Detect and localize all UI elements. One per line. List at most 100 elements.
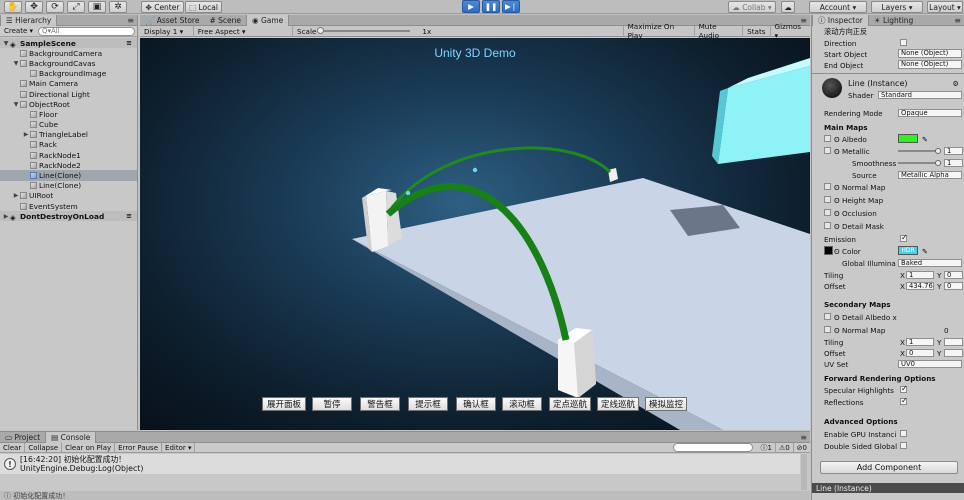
- confirm-box-button[interactable]: 确认框: [456, 397, 496, 411]
- emission-texture-slot[interactable]: [824, 246, 833, 255]
- hierarchy-item[interactable]: Directional Light: [0, 89, 137, 99]
- rect-tool-icon[interactable]: ▣: [88, 1, 106, 13]
- tiling2-x-field[interactable]: 1: [906, 337, 934, 347]
- create-dropdown[interactable]: Create ▾: [2, 27, 35, 35]
- hierarchy-item[interactable]: RackNode1: [0, 150, 137, 160]
- hierarchy-item[interactable]: Main Camera: [0, 79, 137, 89]
- smoothness-slider-knob[interactable]: [935, 160, 941, 166]
- hierarchy-item[interactable]: ▼ ObjectRoot: [0, 99, 137, 109]
- account-dropdown[interactable]: Account ▾: [809, 1, 867, 13]
- tab-hierarchy[interactable]: ☰ Hierarchy: [0, 15, 58, 26]
- tab-inspector[interactable]: ⓘ Inspector: [812, 15, 869, 26]
- inspector-preview-footer[interactable]: Line (Instance): [812, 483, 964, 493]
- hierarchy-item[interactable]: ▶ TriangleLabel: [0, 130, 137, 140]
- collab-button[interactable]: ☁ Collab ▾: [728, 1, 776, 13]
- direction-checkbox[interactable]: [900, 39, 907, 46]
- scale-slider[interactable]: [317, 27, 411, 34]
- scale-control[interactable]: Scale 1x: [293, 25, 624, 37]
- reflections-checkbox[interactable]: [900, 396, 908, 405]
- scroll-box-button[interactable]: 滚动框: [502, 397, 542, 411]
- occlusion-texture-slot[interactable]: [824, 209, 831, 216]
- start-object-field[interactable]: None (Object): [898, 49, 962, 58]
- albedo-texture-slot[interactable]: [824, 135, 831, 142]
- gizmos-dropdown[interactable]: Gizmos ▾: [771, 22, 810, 40]
- console-log-count[interactable]: ⓘ 1: [757, 442, 776, 453]
- scene-menu-icon[interactable]: ≡: [126, 39, 132, 47]
- add-component-button[interactable]: Add Component: [820, 461, 958, 474]
- hierarchy-item[interactable]: EventSystem: [0, 201, 137, 211]
- console-clear-on-play-toggle[interactable]: Clear on Play: [62, 442, 116, 453]
- line-cruise-button[interactable]: 定线巡航: [597, 397, 639, 411]
- scale-slider-knob[interactable]: [317, 27, 325, 34]
- shader-dropdown[interactable]: Standard: [878, 90, 962, 100]
- tiling-x-field[interactable]: 1: [906, 270, 934, 280]
- console-search-input[interactable]: [673, 443, 754, 452]
- tab-asset-store[interactable]: 🛒 Asset Store: [140, 15, 204, 26]
- tab-console[interactable]: ▤ Console: [45, 432, 97, 443]
- pause-button[interactable]: ❚❚: [482, 0, 500, 13]
- hand-tool-icon[interactable]: ✋: [4, 1, 22, 13]
- console-warn-count[interactable]: ⚠ 0: [776, 442, 794, 453]
- expand-arrow-icon[interactable]: ▼: [12, 60, 20, 67]
- transform-tool-icon[interactable]: ✲: [109, 1, 127, 13]
- play-button[interactable]: ▶: [462, 0, 480, 13]
- detail-albedo-texture-slot[interactable]: [824, 313, 831, 320]
- offset2-x-field[interactable]: 0: [906, 348, 934, 358]
- panel-menu-icon[interactable]: ≡: [127, 16, 134, 25]
- tab-scene[interactable]: # Scene: [204, 15, 246, 26]
- settings-icon[interactable]: ⚙: [953, 79, 959, 88]
- eyedropper-icon[interactable]: ✎: [922, 247, 928, 256]
- hierarchy-item[interactable]: BackgroundCamera: [0, 48, 137, 58]
- double-sided-checkbox[interactable]: [900, 442, 907, 449]
- hierarchy-item[interactable]: Cube: [0, 120, 137, 130]
- cloud-icon[interactable]: ☁: [781, 1, 795, 13]
- hierarchy-item[interactable]: Line(Clone): [0, 181, 137, 191]
- mute-audio-toggle[interactable]: Mute Audio: [695, 22, 744, 40]
- metallic-value-field[interactable]: 1: [944, 146, 963, 156]
- metallic-texture-slot[interactable]: [824, 147, 831, 154]
- console-clear-button[interactable]: Clear: [0, 442, 26, 453]
- source-dropdown[interactable]: Metallic Alpha: [898, 170, 962, 180]
- stats-toggle[interactable]: Stats: [743, 25, 771, 37]
- hierarchy-item[interactable]: Floor: [0, 109, 137, 119]
- uv-set-dropdown[interactable]: UV0: [898, 359, 962, 369]
- expand-arrow-icon[interactable]: ▼: [12, 101, 20, 108]
- global-illumination-dropdown[interactable]: Baked: [898, 258, 962, 268]
- layout-dropdown[interactable]: Layout ▾: [927, 1, 963, 13]
- gpu-instancing-checkbox[interactable]: [900, 430, 907, 437]
- normal-map2-texture-slot[interactable]: [824, 326, 831, 333]
- hierarchy-item[interactable]: RackNode2: [0, 160, 137, 170]
- pivot-center-button[interactable]: ✥ Center: [141, 1, 184, 13]
- panel-menu-icon[interactable]: ≡: [954, 16, 961, 25]
- simulate-monitor-button[interactable]: 模拟监控: [645, 397, 687, 411]
- collapse-arrow-icon[interactable]: ▶: [22, 131, 30, 138]
- albedo-color-swatch[interactable]: [898, 134, 918, 143]
- move-tool-icon[interactable]: ✥: [25, 1, 43, 13]
- tab-game[interactable]: ◉ Game: [246, 15, 290, 26]
- detail-mask-texture-slot[interactable]: [824, 222, 831, 229]
- eyedropper-icon[interactable]: ✎: [922, 135, 928, 144]
- normal-map-texture-slot[interactable]: [824, 183, 831, 190]
- warning-box-button[interactable]: 警告框: [360, 397, 400, 411]
- panel-menu-icon[interactable]: ≡: [800, 433, 807, 442]
- metallic-slider[interactable]: [898, 150, 940, 152]
- scene-menu-icon[interactable]: ≡: [126, 212, 132, 220]
- display-dropdown[interactable]: Display 1 ▾: [140, 25, 194, 37]
- layers-dropdown[interactable]: Layers ▾: [871, 1, 923, 13]
- offset-x-field[interactable]: 434.76: [906, 281, 934, 291]
- hierarchy-item[interactable]: ▶ ◈ DontDestroyOnLoad ≡: [0, 211, 137, 222]
- height-map-texture-slot[interactable]: [824, 196, 831, 203]
- offset2-y-field[interactable]: [944, 348, 963, 358]
- hierarchy-item[interactable]: ▼ BackgroundCavas: [0, 58, 137, 68]
- expand-panel-button[interactable]: 展开面板: [262, 397, 306, 411]
- console-log-entry[interactable]: ! [16:42:20] 初始化配置成功！ UnityEngine.Debug:…: [0, 454, 800, 474]
- console-error-pause-toggle[interactable]: Error Pause: [115, 442, 163, 453]
- hierarchy-item[interactable]: ▼ ◈ SampleScene ≡: [0, 38, 137, 49]
- pivot-local-button[interactable]: ⬚ Local: [185, 1, 222, 13]
- emission-color-swatch[interactable]: HDR: [898, 246, 918, 255]
- console-scrollbar[interactable]: [801, 454, 807, 490]
- hierarchy-item[interactable]: BackgroundImage: [0, 69, 137, 79]
- end-object-field[interactable]: None (Object): [898, 60, 962, 69]
- metallic-slider-knob[interactable]: [935, 148, 941, 154]
- collapse-arrow-icon[interactable]: ▶: [12, 192, 20, 199]
